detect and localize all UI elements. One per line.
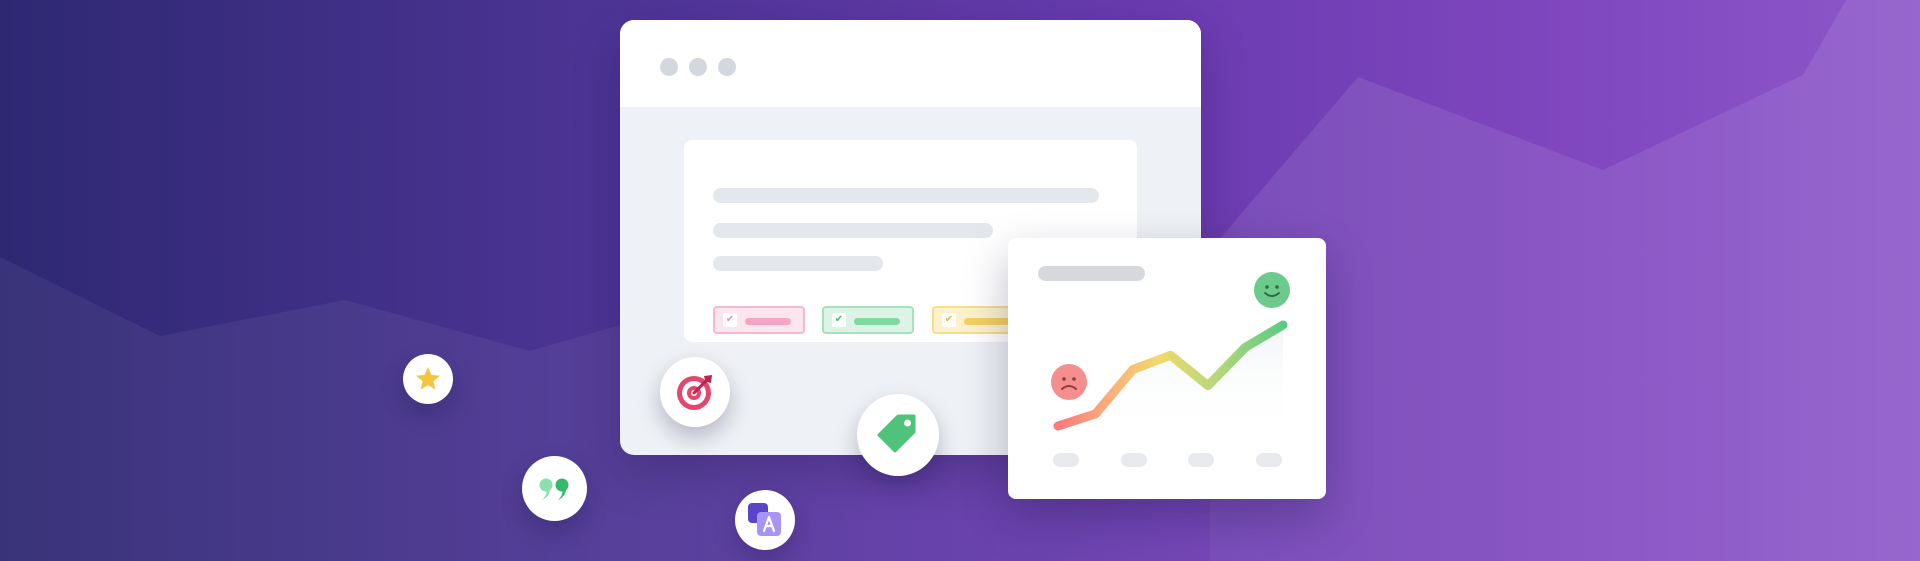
check-icon: ✔ <box>832 313 846 327</box>
check-icon: ✔ <box>723 313 737 327</box>
tag-label-placeholder <box>745 318 791 325</box>
price-tag-badge[interactable] <box>857 394 939 476</box>
window-dot <box>689 58 707 76</box>
target-icon <box>677 375 712 410</box>
window-topbar <box>620 20 1201 107</box>
tag-chip-pink[interactable]: ✔ <box>713 306 805 334</box>
price-tag-icon <box>877 414 916 453</box>
x-axis-tick <box>1188 453 1214 467</box>
hero-banner: ✔ ✔ ✔ <box>0 0 1920 561</box>
tag-label-placeholder <box>854 318 900 325</box>
star-icon <box>416 367 440 390</box>
happy-face-icon <box>1254 272 1290 308</box>
sad-face-icon <box>1051 364 1087 400</box>
quote-badge[interactable] <box>522 456 587 521</box>
placeholder-text-line <box>713 188 1099 203</box>
window-dot <box>718 58 736 76</box>
quote-icon <box>539 478 569 500</box>
window-dot <box>660 58 678 76</box>
x-axis-tick <box>1256 453 1282 467</box>
placeholder-text-line <box>713 223 993 238</box>
x-axis-tick <box>1053 453 1079 467</box>
x-axis-tick <box>1121 453 1147 467</box>
target-badge[interactable] <box>660 357 730 427</box>
check-icon: ✔ <box>942 313 956 327</box>
translate-badge[interactable] <box>735 490 795 550</box>
chart-card <box>1008 238 1326 499</box>
translate-icon <box>748 503 781 536</box>
star-badge[interactable] <box>403 354 453 404</box>
tag-chip-green[interactable]: ✔ <box>822 306 914 334</box>
tag-label-placeholder <box>964 318 1010 325</box>
placeholder-text-line <box>713 256 883 271</box>
